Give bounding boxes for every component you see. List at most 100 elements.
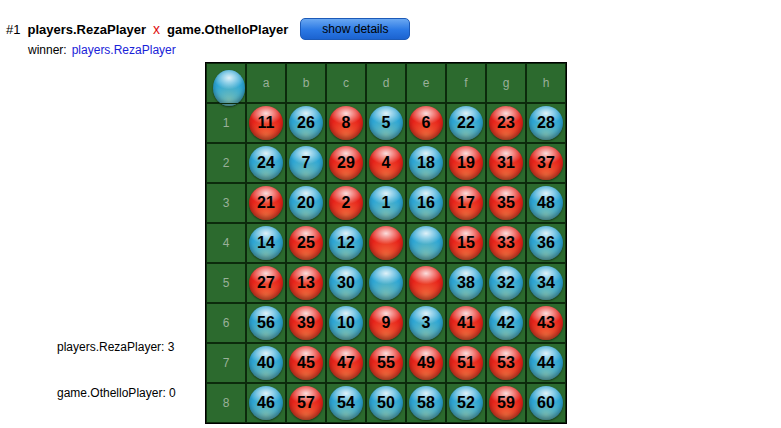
board-square[interactable]: 23 bbox=[486, 103, 526, 143]
board-square[interactable]: 35 bbox=[486, 183, 526, 223]
disc: 2 bbox=[329, 186, 363, 220]
board-square[interactable]: 18 bbox=[406, 143, 446, 183]
move-number: 51 bbox=[457, 355, 475, 371]
board-square[interactable]: 40 bbox=[246, 343, 286, 383]
move-number: 14 bbox=[257, 235, 275, 251]
disc: 19 bbox=[449, 146, 483, 180]
board-square[interactable]: 1 bbox=[366, 183, 406, 223]
board-square[interactable]: 41 bbox=[446, 303, 486, 343]
board-square[interactable]: 37 bbox=[526, 143, 566, 183]
board-square[interactable]: 27 bbox=[246, 263, 286, 303]
match-number: #1 bbox=[6, 22, 20, 37]
winner-line: winner:players.RezaPlayer bbox=[6, 41, 781, 59]
board-square[interactable]: 22 bbox=[446, 103, 486, 143]
board-square[interactable]: 3 bbox=[406, 303, 446, 343]
board-square[interactable]: 17 bbox=[446, 183, 486, 223]
board-square[interactable]: 8 bbox=[326, 103, 366, 143]
move-number: 4 bbox=[382, 155, 391, 171]
move-number: 41 bbox=[457, 315, 475, 331]
board-square[interactable]: 7 bbox=[286, 143, 326, 183]
board-square[interactable]: 25 bbox=[286, 223, 326, 263]
board-square[interactable]: 10 bbox=[326, 303, 366, 343]
disc: 18 bbox=[409, 146, 443, 180]
board-square[interactable]: 24 bbox=[246, 143, 286, 183]
disc bbox=[369, 266, 403, 300]
board-square[interactable]: 12 bbox=[326, 223, 366, 263]
disc: 23 bbox=[489, 106, 523, 140]
board-square[interactable]: 34 bbox=[526, 263, 566, 303]
board-square[interactable]: 16 bbox=[406, 183, 446, 223]
board-square[interactable]: 54 bbox=[326, 383, 366, 423]
board-square[interactable]: 29 bbox=[326, 143, 366, 183]
board-square[interactable]: 42 bbox=[486, 303, 526, 343]
move-number: 28 bbox=[537, 115, 555, 131]
board-square[interactable]: 56 bbox=[246, 303, 286, 343]
board-square[interactable]: 45 bbox=[286, 343, 326, 383]
board-square[interactable]: 32 bbox=[486, 263, 526, 303]
board-square[interactable]: 57 bbox=[286, 383, 326, 423]
board-square[interactable] bbox=[366, 263, 406, 303]
board-square[interactable]: 52 bbox=[446, 383, 486, 423]
column-header: g bbox=[486, 63, 526, 103]
board-square[interactable]: 19 bbox=[446, 143, 486, 183]
board-square[interactable]: 6 bbox=[406, 103, 446, 143]
board-square[interactable]: 31 bbox=[486, 143, 526, 183]
match-title: #1players.RezaPlayerxgame.OthelloPlayers… bbox=[6, 18, 781, 40]
move-number: 43 bbox=[537, 315, 555, 331]
board-square[interactable]: 33 bbox=[486, 223, 526, 263]
board-square[interactable]: 59 bbox=[486, 383, 526, 423]
board-square[interactable] bbox=[406, 263, 446, 303]
disc: 34 bbox=[529, 266, 563, 300]
board-square[interactable]: 26 bbox=[286, 103, 326, 143]
board-square[interactable]: 15 bbox=[446, 223, 486, 263]
board-square[interactable]: 46 bbox=[246, 383, 286, 423]
move-number: 59 bbox=[497, 395, 515, 411]
disc: 13 bbox=[289, 266, 323, 300]
column-header: f bbox=[446, 63, 486, 103]
move-number: 26 bbox=[297, 115, 315, 131]
disc: 37 bbox=[529, 146, 563, 180]
disc: 27 bbox=[249, 266, 283, 300]
board-square[interactable]: 9 bbox=[366, 303, 406, 343]
disc: 57 bbox=[289, 386, 323, 420]
board-square[interactable]: 51 bbox=[446, 343, 486, 383]
board-square[interactable]: 13 bbox=[286, 263, 326, 303]
board-square[interactable]: 49 bbox=[406, 343, 446, 383]
board-square[interactable]: 48 bbox=[526, 183, 566, 223]
board-square[interactable]: 28 bbox=[526, 103, 566, 143]
board-square[interactable] bbox=[406, 223, 446, 263]
board-square[interactable]: 36 bbox=[526, 223, 566, 263]
board-square[interactable] bbox=[366, 223, 406, 263]
board-square[interactable]: 14 bbox=[246, 223, 286, 263]
move-number: 1 bbox=[382, 195, 391, 211]
disc: 3 bbox=[409, 306, 443, 340]
board-square[interactable]: 5 bbox=[366, 103, 406, 143]
board-square[interactable]: 11 bbox=[246, 103, 286, 143]
board-square[interactable]: 44 bbox=[526, 343, 566, 383]
board-square[interactable]: 58 bbox=[406, 383, 446, 423]
disc: 33 bbox=[489, 226, 523, 260]
move-number: 24 bbox=[257, 155, 275, 171]
board-square[interactable]: 30 bbox=[326, 263, 366, 303]
board-square[interactable]: 39 bbox=[286, 303, 326, 343]
score-line: players.RezaPlayer: 3 bbox=[57, 338, 205, 356]
move-number: 25 bbox=[297, 235, 315, 251]
board-square[interactable]: 2 bbox=[326, 183, 366, 223]
board-square[interactable]: 47 bbox=[326, 343, 366, 383]
move-number: 18 bbox=[417, 155, 435, 171]
board-square[interactable]: 53 bbox=[486, 343, 526, 383]
board-square[interactable]: 43 bbox=[526, 303, 566, 343]
board-square[interactable]: 38 bbox=[446, 263, 486, 303]
disc: 58 bbox=[409, 386, 443, 420]
disc: 10 bbox=[329, 306, 363, 340]
board-square[interactable]: 4 bbox=[366, 143, 406, 183]
board-square[interactable]: 21 bbox=[246, 183, 286, 223]
board-square[interactable]: 60 bbox=[526, 383, 566, 423]
winner-link[interactable]: players.RezaPlayer bbox=[72, 43, 176, 57]
board-square[interactable]: 55 bbox=[366, 343, 406, 383]
show-details-button[interactable]: show details bbox=[300, 18, 410, 40]
board-square[interactable]: 50 bbox=[366, 383, 406, 423]
disc: 48 bbox=[529, 186, 563, 220]
board-square[interactable]: 20 bbox=[286, 183, 326, 223]
row-header: 5 bbox=[206, 263, 246, 303]
